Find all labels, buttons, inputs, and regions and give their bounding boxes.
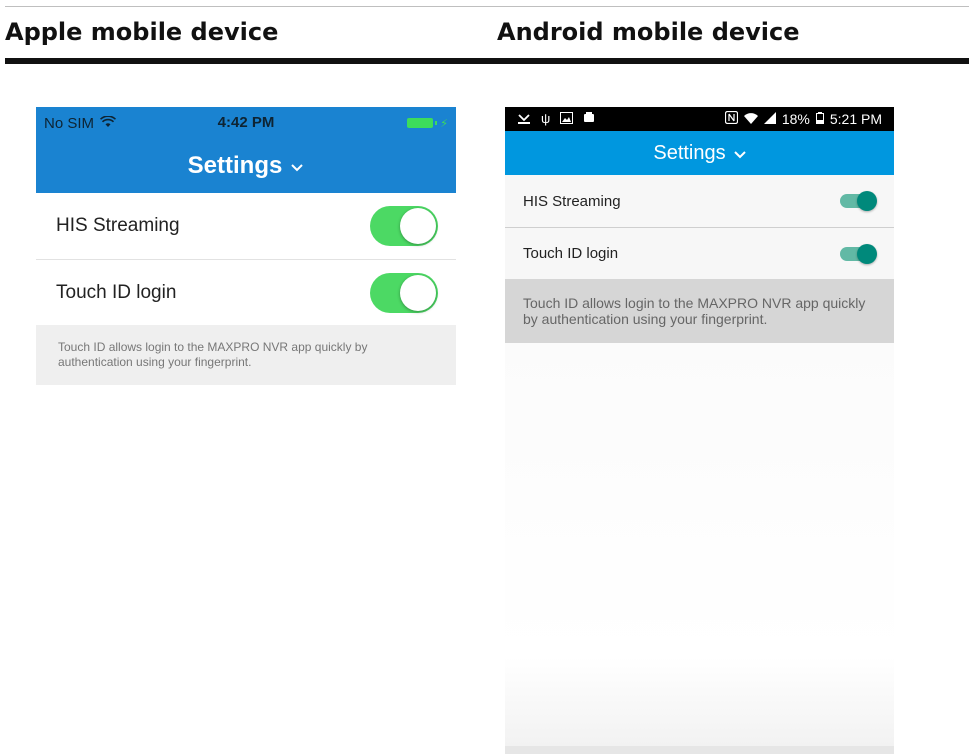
battery-percent: 18% [781,111,810,127]
usb-icon: ψ [541,110,551,126]
android-screen: ψ 18% 5:21 PM Settings HIS Streaming Tou… [505,107,894,754]
ios-row-his-streaming: HIS Streaming [36,193,456,259]
android-column-heading: Android mobile device [497,18,800,46]
touch-id-label: Touch ID login [523,245,619,262]
touch-id-toggle[interactable] [840,243,877,264]
ios-clock: 4:42 PM [217,114,275,131]
ios-touch-id-note: Touch ID allows login to the MAXPRO NVR … [36,325,456,385]
ios-screen: No SIM 4:42 PM ⚡ Settings HIS Streaming … [36,107,456,385]
ios-row-touch-id: Touch ID login [36,259,456,325]
image-icon [560,111,574,128]
android-settings-header[interactable]: Settings [505,131,894,175]
ios-status-bar: No SIM 4:42 PM ⚡ [36,107,456,139]
ios-header-title: Settings [187,152,283,179]
wifi-icon [99,114,117,132]
android-row-his-streaming: HIS Streaming [505,175,894,227]
toggle-knob [857,191,877,211]
header-divider [5,58,969,64]
battery-icon [815,111,824,127]
wifi-icon [743,111,758,127]
top-divider [5,6,969,7]
battery-icon [407,118,438,128]
android-header-title: Settings [653,141,726,164]
ios-settings-header[interactable]: Settings [36,139,456,193]
android-touch-id-note: Touch ID allows login to the MAXPRO NVR … [505,279,894,343]
touch-id-label: Touch ID login [56,281,177,303]
his-streaming-label: HIS Streaming [56,215,180,236]
android-bottom-edge [505,746,894,754]
android-status-bar: ψ 18% 5:21 PM [505,107,894,131]
apple-column-heading: Apple mobile device [5,18,279,46]
carrier-label: No SIM [44,114,95,132]
android-clock: 5:21 PM [829,111,882,127]
notification-icon [583,111,595,128]
download-icon [517,111,531,128]
toggle-knob [400,208,436,244]
his-streaming-label: HIS Streaming [523,192,621,210]
his-streaming-toggle[interactable] [840,191,877,211]
chevron-down-icon [733,142,746,165]
android-row-touch-id: Touch ID login [505,227,894,279]
chevron-down-icon [290,152,304,180]
signal-icon [763,111,776,127]
nfc-icon [724,110,738,127]
charging-icon: ⚡ [440,117,448,130]
toggle-knob [400,274,436,311]
toggle-knob [857,243,877,264]
his-streaming-toggle[interactable] [370,206,438,246]
touch-id-toggle[interactable] [370,272,438,313]
